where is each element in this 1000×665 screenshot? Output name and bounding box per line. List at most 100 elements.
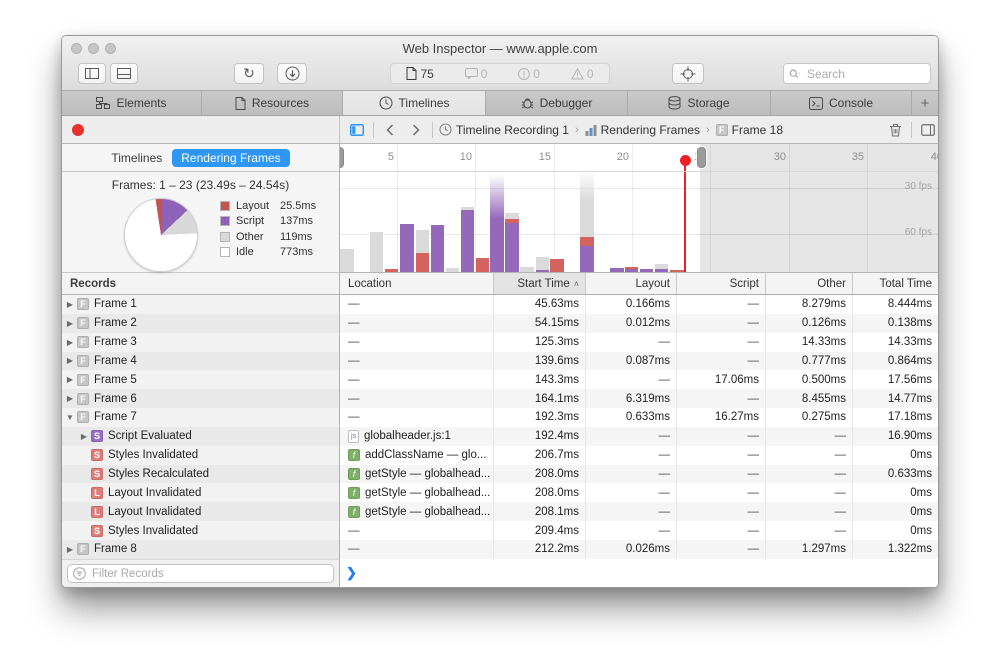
switch-option-rendering-frames[interactable]: Rendering Frames — [172, 149, 289, 167]
frame-bar-other-segment[interactable] — [505, 213, 519, 219]
expand-chevron[interactable]: ❯ — [346, 565, 357, 581]
frame-bar-layout-segment[interactable] — [385, 269, 398, 272]
reload-button[interactable]: ↻ — [234, 63, 264, 84]
table-row[interactable]: fgetStyle — globalhead...208.1ms———0ms — [340, 502, 938, 521]
table-row[interactable]: —212.2ms0.026ms—1.297ms1.322ms — [340, 540, 938, 559]
record-row-frame-2[interactable]: ▶FFrame 2 — [62, 314, 339, 333]
table-row[interactable]: —139.6ms0.087ms—0.777ms0.864ms — [340, 352, 938, 371]
close-button[interactable] — [71, 43, 82, 54]
frame-bar-other-segment[interactable] — [520, 267, 534, 272]
dock-side-button[interactable] — [78, 63, 106, 84]
record-row-frame-8[interactable]: ▶FFrame 8 — [62, 540, 339, 559]
frame-bar-layout-segment[interactable] — [625, 267, 638, 269]
frame-bar-layout-segment[interactable] — [505, 219, 519, 223]
table-row[interactable]: jsglobalheader.js:1192.4ms———16.90ms — [340, 427, 938, 446]
table-row[interactable]: —45.63ms0.166ms—8.279ms8.444ms — [340, 295, 938, 314]
record-row-layout-invalidated[interactable]: LLayout Invalidated — [62, 502, 339, 521]
search-input[interactable] — [805, 66, 925, 82]
column-header-location[interactable]: Location — [340, 273, 493, 294]
warning-badge[interactable]: 0 — [571, 67, 594, 81]
disclosure-collapsed-icon[interactable]: ▶ — [66, 394, 74, 403]
navigation-sidebar-toggle-button[interactable] — [347, 124, 367, 136]
frame-bar-script-segment[interactable] — [610, 268, 624, 272]
breadcrumb-frame-18[interactable]: F Frame 18 — [716, 123, 783, 137]
minimize-button[interactable] — [88, 43, 99, 54]
column-header-layout[interactable]: Layout — [585, 273, 676, 294]
frame-bar-script-segment[interactable] — [655, 269, 668, 272]
record-row-styles-invalidated[interactable]: SStyles Invalidated — [62, 446, 339, 465]
frame-bar-other-segment[interactable] — [446, 268, 459, 272]
tab-debugger[interactable]: Debugger — [486, 91, 628, 115]
selection-start-handle[interactable] — [340, 147, 344, 168]
switch-option-timelines[interactable]: Timelines — [111, 151, 162, 165]
record-row-styles-recalculated[interactable]: SStyles Recalculated — [62, 465, 339, 484]
timeline-ruler[interactable]: 510152025303540 — [340, 144, 938, 172]
disclosure-collapsed-icon[interactable]: ▶ — [66, 545, 74, 554]
frame-bar-script-segment[interactable] — [461, 210, 474, 272]
resource-count-badge[interactable]: 75 — [406, 67, 433, 81]
rendering-frames-chart[interactable]: 30 fps60 fps — [340, 172, 938, 273]
record-row-frame-5[interactable]: ▶FFrame 5 — [62, 370, 339, 389]
disclosure-collapsed-icon[interactable]: ▶ — [80, 432, 88, 441]
error-badge[interactable]: 0 — [518, 67, 540, 81]
breadcrumb-recording[interactable]: Timeline Recording 1 — [439, 123, 569, 137]
table-row[interactable]: —164.1ms6.319ms—8.455ms14.77ms — [340, 389, 938, 408]
frame-bar-script-segment[interactable] — [400, 224, 414, 272]
titlebar[interactable]: Web Inspector — www.apple.com — [62, 36, 938, 61]
tab-console[interactable]: Console — [771, 91, 912, 115]
tab-elements[interactable]: Elements — [62, 91, 202, 115]
record-row-styles-invalidated[interactable]: SStyles Invalidated — [62, 521, 339, 540]
frame-bar-script-segment[interactable] — [505, 223, 519, 272]
record-row-frame-7[interactable]: ▼FFrame 7 — [62, 408, 339, 427]
frame-bar-layout-segment[interactable] — [476, 258, 489, 272]
selection-end-handle[interactable] — [697, 147, 706, 168]
forward-button[interactable] — [406, 124, 426, 136]
record-row-frame-3[interactable]: ▶FFrame 3 — [62, 333, 339, 352]
breadcrumb-rendering-frames[interactable]: Rendering Frames — [585, 123, 700, 137]
column-header-start-time[interactable]: Start Time˄ — [493, 273, 585, 294]
disclosure-expanded-icon[interactable]: ▼ — [66, 413, 74, 422]
frame-bar-script-segment[interactable] — [536, 270, 549, 272]
frame-bar-script-segment[interactable] — [625, 269, 638, 272]
inspect-target-button[interactable] — [672, 63, 704, 84]
back-button[interactable] — [380, 124, 400, 136]
table-row[interactable]: —54.15ms0.012ms—0.126ms0.138ms — [340, 314, 938, 333]
add-tab-button[interactable]: + — [912, 91, 938, 115]
record-row-frame-4[interactable]: ▶FFrame 4 — [62, 352, 339, 371]
download-button[interactable] — [277, 63, 307, 84]
table-row[interactable]: —209.4ms———0ms — [340, 521, 938, 540]
disclosure-collapsed-icon[interactable]: ▶ — [66, 375, 74, 384]
search-field[interactable] — [783, 63, 931, 84]
table-row[interactable]: —125.3ms——14.33ms14.33ms — [340, 333, 938, 352]
tab-resources[interactable]: Resources — [202, 91, 343, 115]
frame-bar-layout-segment[interactable] — [670, 270, 684, 272]
column-header-total-time[interactable]: Total Time — [852, 273, 938, 294]
zoom-button[interactable] — [105, 43, 116, 54]
frame-bar-other-segment[interactable] — [580, 172, 594, 237]
frame-bar-other-segment[interactable] — [416, 230, 429, 253]
filter-records-input[interactable] — [90, 567, 328, 581]
tab-timelines[interactable]: Timelines — [343, 91, 486, 115]
record-row-frame-6[interactable]: ▶FFrame 6 — [62, 389, 339, 408]
frame-bar-other-segment[interactable] — [536, 257, 549, 270]
filter-field[interactable] — [67, 564, 334, 583]
frame-bar-script-segment[interactable] — [431, 225, 444, 272]
disclosure-collapsed-icon[interactable]: ▶ — [66, 319, 74, 328]
table-row[interactable]: fgetStyle — globalhead...208.0ms———0ms — [340, 483, 938, 502]
frame-bar-layout-segment[interactable] — [580, 237, 594, 246]
disclosure-collapsed-icon[interactable]: ▶ — [66, 300, 74, 309]
frame-bar-other-segment[interactable] — [655, 264, 668, 269]
column-header-other[interactable]: Other — [765, 273, 852, 294]
record-row-layout-invalidated[interactable]: LLayout Invalidated — [62, 483, 339, 502]
console-message-badge[interactable]: 0 — [465, 67, 488, 81]
frame-bar-script-segment[interactable] — [490, 175, 504, 272]
table-row[interactable]: —143.3ms—17.06ms0.500ms17.56ms — [340, 370, 938, 389]
frame-bar-script-segment[interactable] — [640, 269, 653, 272]
frame-bar-other-segment[interactable] — [370, 232, 383, 272]
table-row[interactable]: fgetStyle — globalhead...208.0ms———0.633… — [340, 465, 938, 484]
table-row[interactable]: faddClassName — glo...206.7ms———0ms — [340, 446, 938, 465]
record-row-frame-1[interactable]: ▶FFrame 1 — [62, 295, 339, 314]
frame-bar-layout-segment[interactable] — [550, 259, 564, 272]
clear-timeline-button[interactable] — [885, 123, 905, 137]
table-row[interactable]: —192.3ms0.633ms16.27ms0.275ms17.18ms — [340, 408, 938, 427]
